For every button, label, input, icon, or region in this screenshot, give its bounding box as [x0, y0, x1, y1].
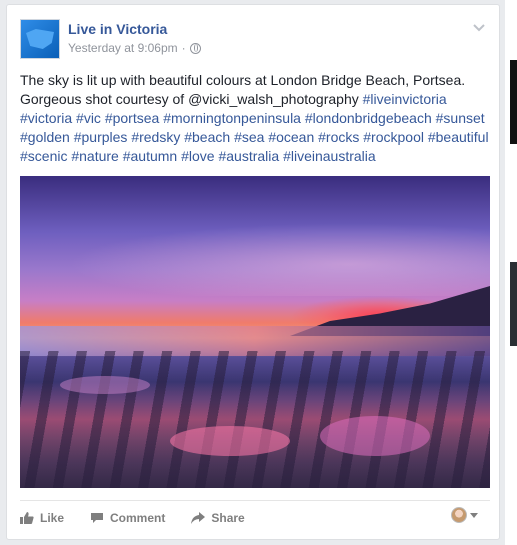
comment-label: Comment — [110, 510, 166, 525]
hashtag[interactable]: #morningtonpeninsula — [163, 110, 301, 126]
user-avatar-icon — [451, 507, 467, 523]
post-text: The sky is lit up with beautiful colours… — [20, 71, 490, 166]
share-label: Share — [211, 510, 245, 525]
post-card: Live in Victoria Yesterday at 9:06pm · T… — [6, 4, 500, 540]
hashtag[interactable]: #portsea — [105, 110, 159, 126]
post-meta: Yesterday at 9:06pm · — [68, 41, 201, 55]
hashtag[interactable]: #nature — [71, 148, 118, 164]
sidebar-thumbnail[interactable] — [510, 60, 517, 144]
photo-rockpool — [170, 426, 290, 456]
hashtag[interactable]: #golden — [20, 129, 70, 145]
like-button[interactable]: Like — [20, 507, 64, 525]
hashtag[interactable]: #rocks — [318, 129, 359, 145]
hashtag[interactable]: #vic — [76, 110, 101, 126]
hashtag[interactable]: #australia — [218, 148, 279, 164]
hashtag[interactable]: #liveinvictoria — [363, 91, 447, 107]
hashtag[interactable]: #beach — [184, 129, 230, 145]
hashtag[interactable]: #beautiful — [428, 129, 489, 145]
page-name-link[interactable]: Live in Victoria — [68, 21, 167, 37]
hashtag[interactable]: #scenic — [20, 148, 67, 164]
hashtag[interactable]: #rockpool — [363, 129, 424, 145]
share-arrow-icon — [191, 511, 206, 524]
post-actions-bar: Like Comment Share — [20, 500, 490, 530]
post-text-line-1: The sky is lit up with beautiful colours… — [20, 72, 466, 88]
page-avatar[interactable] — [20, 19, 60, 59]
post-photo[interactable] — [20, 176, 490, 488]
hashtag[interactable]: #liveinaustralia — [283, 148, 376, 164]
photo-clouds — [20, 216, 490, 296]
speech-bubble-icon — [91, 512, 104, 523]
hashtag[interactable]: #sea — [234, 129, 264, 145]
post-text-line-2: Gorgeous shot courtesy of @vicki_walsh_p… — [20, 91, 359, 107]
meta-separator: · — [181, 41, 186, 55]
share-button[interactable]: Share — [191, 507, 245, 525]
hashtag[interactable]: #londonbridgebeach — [305, 110, 432, 126]
hashtag[interactable]: #purples — [74, 129, 128, 145]
victoria-map-logo-icon — [26, 29, 54, 49]
post-timestamp[interactable]: Yesterday at 9:06pm — [68, 41, 178, 55]
sidebar-thumbnail[interactable] — [510, 262, 517, 346]
thumbs-up-icon — [20, 511, 34, 524]
photo-rocks — [20, 351, 490, 488]
photo-rockpool — [320, 416, 430, 456]
chevron-down-icon[interactable] — [473, 23, 485, 33]
hashtag[interactable]: #victoria — [20, 110, 72, 126]
post-as-selector[interactable] — [451, 507, 478, 523]
caret-down-icon — [470, 512, 478, 518]
like-label: Like — [40, 510, 65, 525]
hashtag[interactable]: #autumn — [123, 148, 177, 164]
hashtag[interactable]: #love — [181, 148, 214, 164]
hashtag[interactable]: #sunset — [436, 110, 485, 126]
comment-button[interactable]: Comment — [90, 507, 165, 525]
photo-rockpool — [60, 376, 150, 394]
globe-icon — [189, 42, 201, 54]
hashtag[interactable]: #ocean — [268, 129, 314, 145]
hashtag[interactable]: #redsky — [131, 129, 180, 145]
right-sidebar-partial — [505, 0, 517, 545]
